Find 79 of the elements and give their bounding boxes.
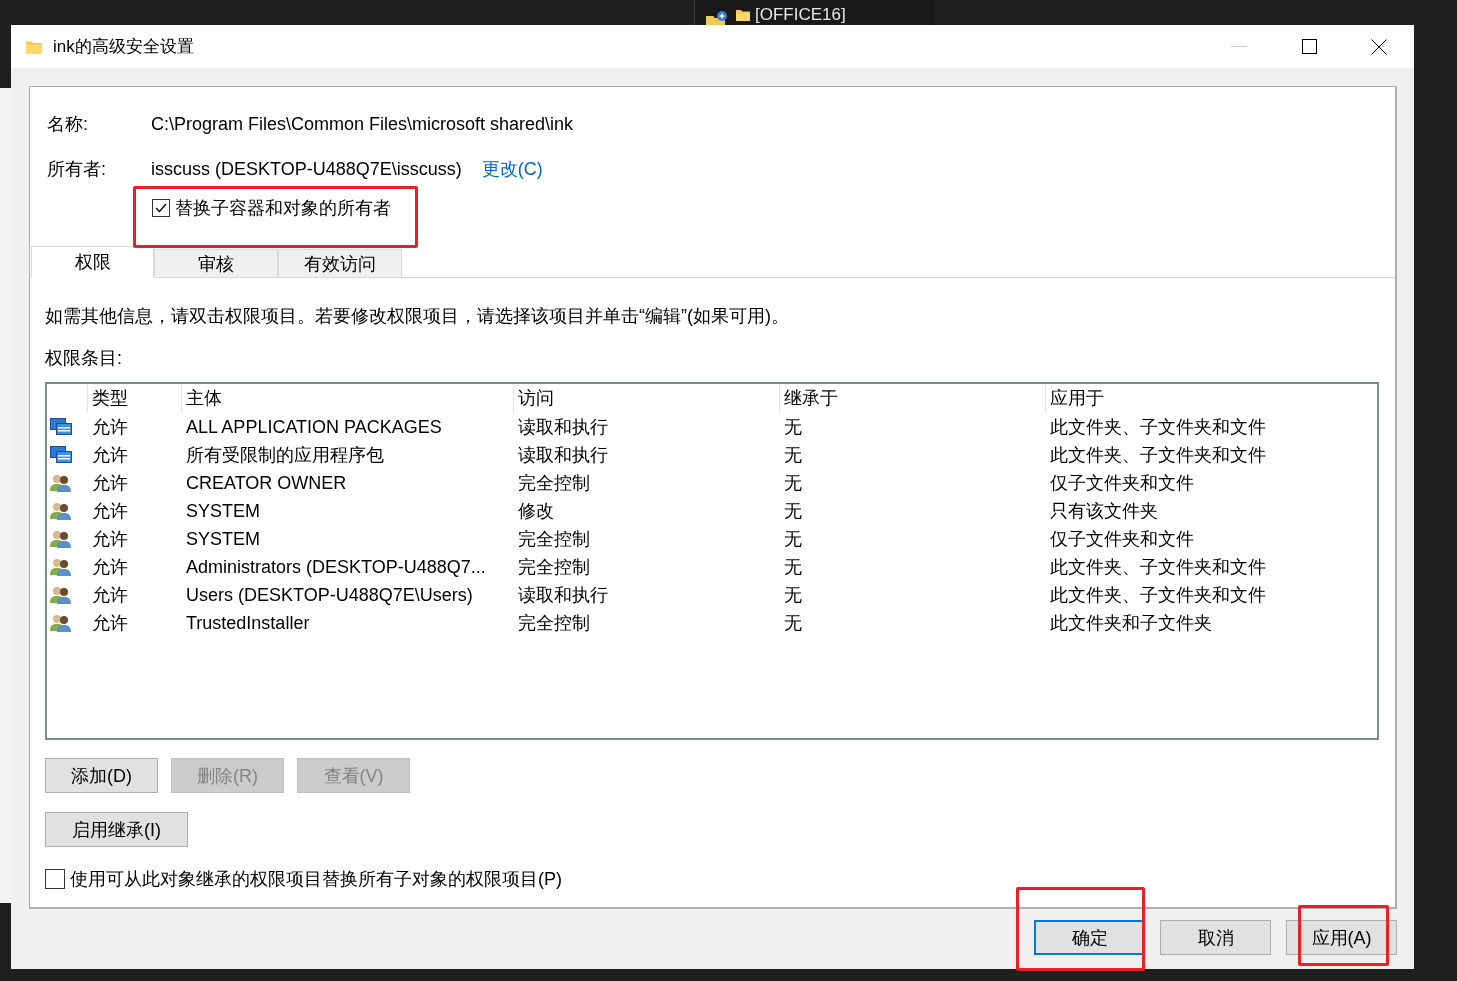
table-cell-text: 无 bbox=[783, 500, 803, 523]
table-cell-text: 只有该文件夹 bbox=[1049, 500, 1159, 523]
table-cell-text: 读取和执行 bbox=[517, 444, 609, 467]
minimize-icon bbox=[1231, 45, 1247, 48]
table-cell-text: 此文件夹、子文件夹和文件 bbox=[1049, 556, 1267, 579]
table-cell-text: 允许 bbox=[91, 528, 129, 551]
table-cell-text: 此文件夹和子文件夹 bbox=[1049, 612, 1213, 635]
table-cell-text: SYSTEM bbox=[185, 528, 261, 551]
table-cell-text: CREATOR OWNER bbox=[185, 472, 348, 495]
info-text: 如需其他信息，请双击权限项目。若要修改权限项目，请选择该项目并单击“编辑”(如果可用)。 bbox=[45, 305, 790, 328]
column-header[interactable]: 应用于 bbox=[1045, 384, 1377, 413]
users-icon bbox=[50, 530, 72, 548]
table-cell-text: 完全控制 bbox=[517, 472, 591, 495]
table-cell-text: 此文件夹、子文件夹和文件 bbox=[1049, 584, 1267, 607]
dialog-button[interactable]: 确定 bbox=[1034, 920, 1145, 955]
name-value: C:\Program Files\Common Files\microsoft shared\ink bbox=[151, 113, 574, 135]
entry-button[interactable]: 添加(D) bbox=[45, 758, 158, 793]
users-icon bbox=[50, 586, 72, 604]
table-cell-text: 此文件夹、子文件夹和文件 bbox=[1049, 416, 1267, 439]
table-cell-text: 无 bbox=[783, 444, 803, 467]
users-icon bbox=[50, 474, 72, 492]
users-icon bbox=[50, 502, 72, 520]
table-cell-text: 允许 bbox=[91, 584, 129, 607]
table-cell-text: 完全控制 bbox=[517, 556, 591, 579]
table-cell-text: Administrators (DESKTOP-U488Q7... bbox=[185, 556, 487, 579]
table-cell-text: 仅子文件夹和文件 bbox=[1049, 528, 1195, 551]
checkbox[interactable] bbox=[152, 199, 170, 217]
table-cell-text: 所有受限制的应用程序包 bbox=[185, 444, 385, 467]
checkmark-icon bbox=[154, 201, 168, 215]
table-cell-text: 无 bbox=[783, 528, 803, 551]
dialog-button[interactable]: 应用(A) bbox=[1286, 920, 1397, 955]
table-cell-text: 完全控制 bbox=[517, 612, 591, 635]
window-title: ink的高级安全设置 bbox=[53, 36, 195, 58]
column-header[interactable]: 继承于 bbox=[779, 384, 1045, 413]
table-cell-text: TrustedInstaller bbox=[185, 612, 311, 635]
column-header[interactable]: 主体 bbox=[181, 384, 513, 413]
table-cell-text: 仅子文件夹和文件 bbox=[1049, 472, 1195, 495]
table-cell-text: 允许 bbox=[91, 500, 129, 523]
table-cell-text: SYSTEM bbox=[185, 500, 261, 523]
table-cell-text: 无 bbox=[783, 416, 803, 439]
owner-value: isscuss (DESKTOP-U488Q7E\isscuss) bbox=[151, 158, 462, 180]
table-cell-text: 此文件夹、子文件夹和文件 bbox=[1049, 444, 1267, 467]
dialog-button[interactable]: 取消 bbox=[1160, 920, 1271, 955]
table-cell-text: 读取和执行 bbox=[517, 584, 609, 607]
table-cell-text: ALL APPLICATION PACKAGES bbox=[185, 416, 443, 439]
folder-icon bbox=[735, 7, 751, 23]
users-icon bbox=[50, 558, 72, 576]
table-cell-text: 修改 bbox=[517, 500, 555, 523]
tab[interactable]: 有效访问 bbox=[278, 249, 402, 278]
table-cell-text: 读取和执行 bbox=[517, 416, 609, 439]
table-cell-text: 允许 bbox=[91, 416, 129, 439]
close-icon bbox=[1371, 38, 1387, 55]
table-cell-text: 无 bbox=[783, 472, 803, 495]
table-cell-text: 允许 bbox=[91, 444, 129, 467]
tab[interactable]: 审核 bbox=[154, 249, 278, 278]
table-cell-text: 无 bbox=[783, 556, 803, 579]
column-header[interactable]: 访问 bbox=[513, 384, 779, 413]
change-link[interactable]: 更改(C) bbox=[481, 157, 543, 181]
windows-group-icon bbox=[50, 418, 72, 436]
table-cell-text: 允许 bbox=[91, 612, 129, 635]
entries-label: 权限条目: bbox=[45, 347, 123, 370]
table-cell-text: 完全控制 bbox=[517, 528, 591, 551]
folder-name[interactable]: [OFFICE16] bbox=[755, 6, 846, 24]
name-label: 名称: bbox=[47, 113, 89, 136]
table-cell-text: Users (DESKTOP-U488Q7E\Users) bbox=[185, 584, 474, 607]
column-header[interactable]: 类型 bbox=[87, 384, 181, 413]
owner-label: 所有者: bbox=[47, 158, 107, 181]
tab[interactable]: 权限 bbox=[31, 246, 154, 278]
checkbox-label: 使用可从此对象继承的权限项目替换所有子对象的权限项目(P) bbox=[70, 868, 562, 891]
table-cell-text: 允许 bbox=[91, 472, 129, 495]
table-cell-text: 无 bbox=[783, 584, 803, 607]
checkbox[interactable] bbox=[45, 869, 65, 889]
users-icon bbox=[50, 614, 72, 632]
enable-inheritance-button[interactable]: 启用继承(I) bbox=[45, 812, 188, 847]
maximize-icon bbox=[1301, 39, 1317, 54]
checkbox-label: 替换子容器和对象的所有者 bbox=[175, 197, 391, 220]
windows-group-icon bbox=[50, 446, 72, 464]
table-cell-text: 无 bbox=[783, 612, 803, 635]
table-cell-text: 允许 bbox=[91, 556, 129, 579]
